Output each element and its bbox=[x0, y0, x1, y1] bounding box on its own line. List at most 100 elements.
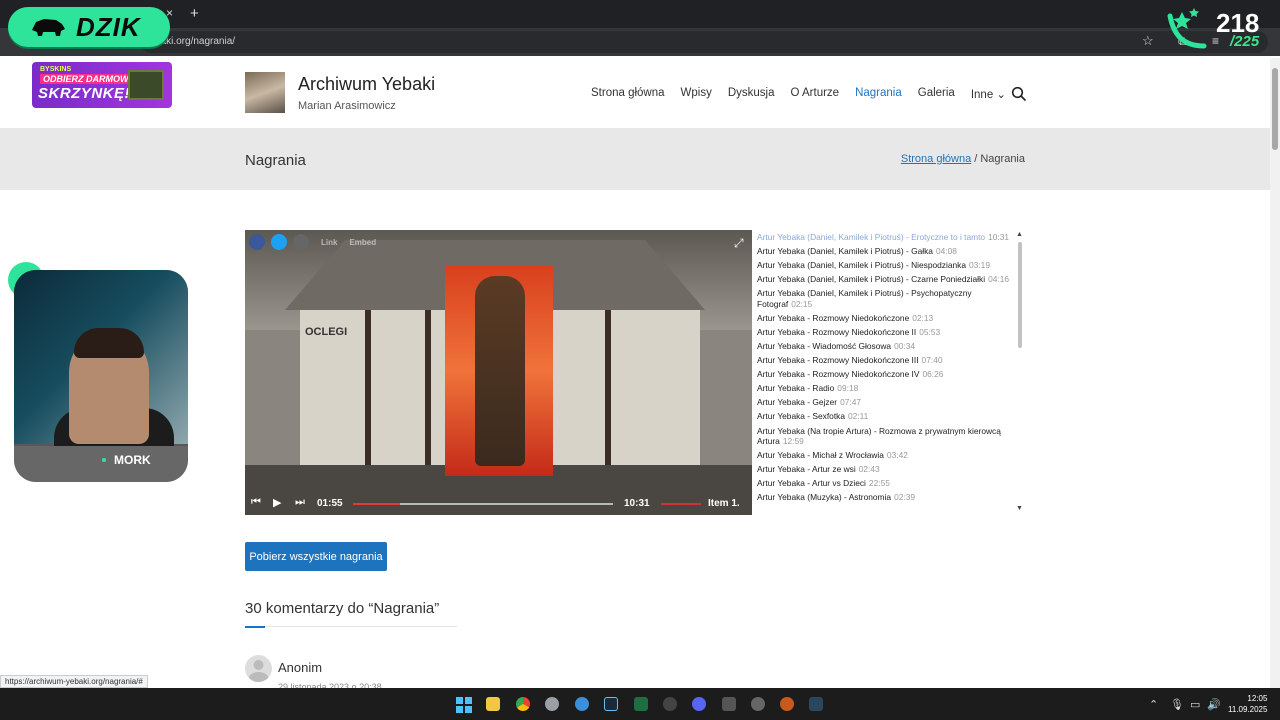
twitter-icon[interactable] bbox=[271, 234, 287, 250]
playlist-item[interactable]: Artur Yebaka - Gejzer 07:47 bbox=[754, 396, 1018, 410]
site-title[interactable]: Archiwum Yebaki bbox=[298, 74, 435, 95]
play-icon[interactable]: ▶ bbox=[273, 496, 281, 509]
app-icon[interactable] bbox=[663, 697, 677, 711]
video-frame-beam bbox=[365, 310, 371, 470]
nav-item-other[interactable]: Inne ⌄ bbox=[971, 87, 1006, 101]
playlist-item-label: Item 1. bbox=[708, 498, 740, 509]
playlist-item[interactable]: Artur Yebaka - Michał z Wrocławia 03:42 bbox=[754, 448, 1018, 462]
playlist-item-duration: 06:26 bbox=[922, 369, 944, 380]
crate-icon bbox=[128, 70, 164, 100]
nav-item-gallery[interactable]: Galeria bbox=[918, 87, 955, 101]
steam-icon[interactable] bbox=[604, 697, 618, 711]
playlist-item-title: Artur Yebaka - Sexfotka bbox=[757, 411, 845, 422]
volume-icon[interactable]: 🔊 bbox=[1207, 698, 1221, 711]
share-link-button[interactable]: Link bbox=[321, 238, 337, 247]
playlist-item[interactable]: Artur Yebaka - Radio 09:18 bbox=[754, 381, 1018, 395]
app-icon[interactable] bbox=[751, 697, 765, 711]
playlist-item[interactable]: Artur Yebaka - Sexfotka 02:11 bbox=[754, 410, 1018, 424]
playlist-item[interactable]: Artur Yebaka - Rozmowy Niedokończone IV 0… bbox=[754, 367, 1018, 381]
promo-line-2: SKRZYNKĘ! bbox=[38, 85, 131, 102]
playlist-item-duration: 02:43 bbox=[858, 464, 880, 475]
playlist-item[interactable]: Artur Yebaka (Daniel, Kamilek i Piotruś)… bbox=[754, 272, 1018, 286]
scroll-down-icon[interactable]: ▼ bbox=[1016, 505, 1023, 512]
webcam-name-bar bbox=[14, 446, 188, 482]
chrome-icon[interactable] bbox=[516, 697, 530, 711]
screen: × + akaki.org/nagrania/ ☆ ⧉ ≡ DZIK 218 /… bbox=[0, 0, 1280, 720]
playlist-item-title: Artur Yebaka (Daniel, Kamilek i Piotruś)… bbox=[757, 231, 986, 242]
playlist-item-title: Artur Yebaka - Michał z Wrocławia bbox=[757, 450, 884, 461]
scroll-up-icon[interactable]: ▲ bbox=[1016, 231, 1023, 238]
playlist-item-title: Artur Yebaka (Daniel, Kamilek i Piotruś)… bbox=[757, 274, 986, 285]
file-explorer-icon[interactable] bbox=[486, 697, 500, 711]
video-frame-beam bbox=[605, 310, 611, 470]
playlist-item[interactable]: Artur Yebaka (Daniel, Kamilek i Piotruś)… bbox=[754, 258, 1018, 272]
fullscreen-icon[interactable]: ⤢ bbox=[734, 236, 744, 251]
playlist-item-title: Artur Yebaka - Rozmowy Niedokończone IV bbox=[757, 369, 920, 380]
taskbar-clock[interactable]: 12:05 11.09.2025 bbox=[1228, 693, 1267, 715]
nav-item-discussion[interactable]: Dyskusja bbox=[728, 87, 775, 101]
microphone-icon[interactable]: 🎙 bbox=[1170, 698, 1184, 711]
playlist-item[interactable]: Artur Yebaka - Rozmowy Niedokończone III… bbox=[754, 353, 1018, 367]
video-frame-beam bbox=[425, 310, 431, 470]
clock-date: 11.09.2025 bbox=[1228, 705, 1268, 714]
share-embed-button[interactable]: Embed bbox=[349, 238, 376, 247]
playlist-item[interactable]: Artur Yebaka (Daniel, Kamilek i Piotruś)… bbox=[754, 230, 1018, 244]
excel-icon[interactable] bbox=[634, 697, 648, 711]
playlist-item-title: Artur Yebaka - Wiadomość Głosowa bbox=[757, 340, 892, 351]
discord-icon[interactable] bbox=[692, 697, 706, 711]
game-icon[interactable] bbox=[780, 697, 794, 711]
playlist-scrollbar-thumb[interactable] bbox=[1018, 242, 1022, 348]
playlist-item-title: Artur Yebaka - Gejzer bbox=[757, 397, 838, 408]
settings-gear-icon[interactable] bbox=[545, 697, 559, 711]
comments-divider-accent bbox=[245, 626, 265, 628]
app-icon[interactable] bbox=[722, 697, 736, 711]
playlist-item-duration: 03:19 bbox=[969, 259, 990, 270]
breadcrumb-home-link[interactable]: Strona główna bbox=[901, 153, 971, 165]
playlist-item[interactable]: Artur Yebaka (Daniel, Kamilek i Piotruś)… bbox=[754, 244, 1018, 258]
site-logo-avatar[interactable] bbox=[245, 72, 285, 113]
previous-track-icon[interactable]: ⏮ bbox=[251, 496, 261, 509]
search-icon[interactable] bbox=[1011, 86, 1027, 102]
display-icon[interactable]: ▭ bbox=[1190, 698, 1200, 711]
playlist-item[interactable]: Artur Yebaka (Muzyka) - Astronomia 02:39 bbox=[754, 491, 1018, 505]
promo-banner[interactable]: BYSKINS ODBIERZ DARMOWĄ SKRZYNKĘ! bbox=[32, 62, 172, 108]
nav-item-home[interactable]: Strona główna bbox=[591, 87, 665, 101]
site-subtitle: Marian Arasimowicz bbox=[298, 100, 396, 112]
progress-fill bbox=[353, 503, 400, 505]
download-all-button[interactable]: Pobierz wszystkie nagrania bbox=[245, 542, 387, 571]
playlist-item-duration: 05:53 bbox=[919, 326, 941, 337]
facebook-icon[interactable] bbox=[249, 234, 265, 250]
playlist-item-duration: 07:47 bbox=[840, 397, 862, 408]
playlist-item[interactable]: Artur Yebaka - Rozmowy Niedokończone II 0… bbox=[754, 325, 1018, 339]
progress-bar[interactable] bbox=[353, 503, 613, 505]
promo-line-1: ODBIERZ DARMOWĄ bbox=[40, 74, 138, 84]
chevron-down-icon: ⌄ bbox=[996, 89, 1007, 101]
webcam-status-dot bbox=[102, 458, 106, 462]
nav-item-posts[interactable]: Wpisy bbox=[681, 87, 712, 101]
playlist-item[interactable]: Artur Yebaka - Wiadomość Głosowa 00:34 bbox=[754, 339, 1018, 353]
playlist-item-title: Artur Yebaka - Rozmowy Niedokończone II bbox=[757, 326, 917, 337]
playlist-item[interactable]: Artur Yebaka - Rozmowy Niedokończone 02:1… bbox=[754, 311, 1018, 325]
new-tab-button[interactable]: + bbox=[190, 5, 199, 22]
stream-goal-counter: 218 /225 bbox=[1164, 6, 1276, 52]
address-bar[interactable] bbox=[140, 31, 1268, 53]
boar-icon bbox=[32, 19, 65, 36]
next-track-icon[interactable]: ⏭ bbox=[295, 496, 305, 509]
volume-slider[interactable] bbox=[661, 503, 701, 505]
video-player[interactable]: OCLEGI Link Embed ⤢ ⏮ ▶ ⏭ 01:55 10:31 It… bbox=[245, 230, 752, 515]
tray-chevron-icon[interactable]: ⌃ bbox=[1149, 698, 1158, 711]
email-icon[interactable] bbox=[293, 234, 309, 250]
nav-item-about[interactable]: O Arturze bbox=[791, 87, 840, 101]
page-scrollbar-thumb[interactable] bbox=[1272, 68, 1278, 150]
windows-start-icon[interactable] bbox=[456, 697, 472, 713]
nav-item-recordings[interactable]: Nagrania bbox=[855, 87, 902, 101]
page-scrollbar[interactable] bbox=[1270, 58, 1280, 688]
playlist-item[interactable]: Artur Yebaka - Artur ze wsi 02:43 bbox=[754, 462, 1018, 476]
edge-icon[interactable] bbox=[575, 697, 589, 711]
bookmark-star-icon[interactable]: ☆ bbox=[1142, 33, 1154, 49]
playlist-item-duration: 00:34 bbox=[894, 340, 916, 351]
playlist-item[interactable]: Artur Yebaka - Artur vs Dzieci 22:55 bbox=[754, 477, 1018, 491]
playlist-item[interactable]: Artur Yebaka (Daniel, Kamilek i Piotruś)… bbox=[754, 286, 1018, 311]
steam-icon[interactable] bbox=[809, 697, 823, 711]
playlist-item[interactable]: Artur Yebaka (Na tropie Artura) - Rozmow… bbox=[754, 424, 1018, 449]
